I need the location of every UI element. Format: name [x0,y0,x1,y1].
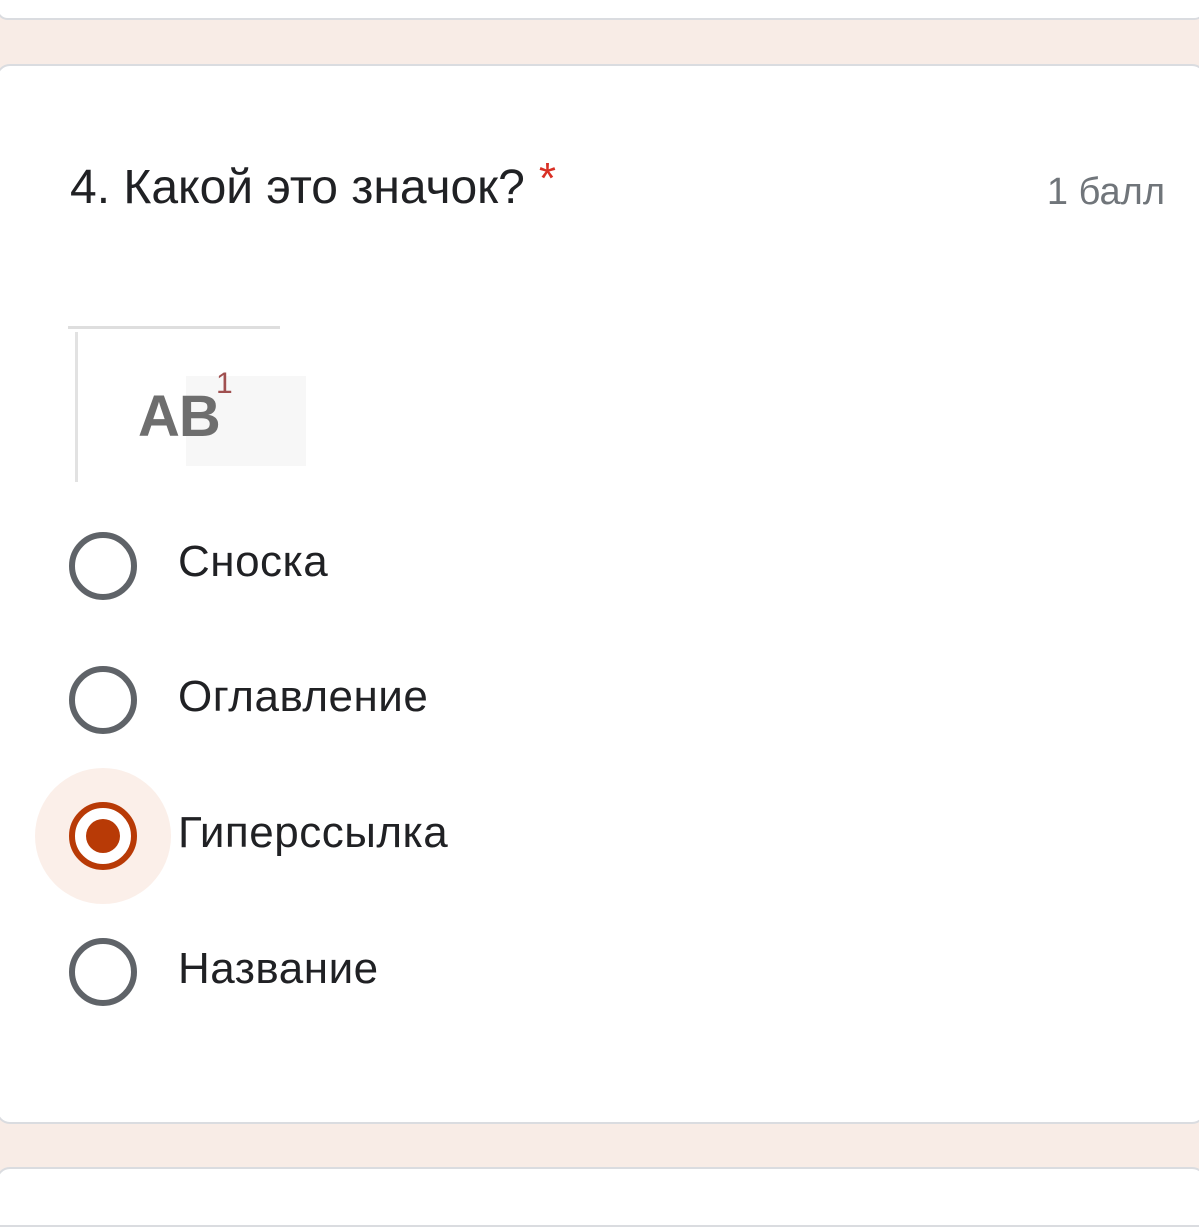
option-nazvanie[interactable]: Название [0,920,800,1020]
image-border-top [68,326,280,329]
question-title: 4. Какой это значок? * [70,154,556,219]
radio-button-selected[interactable] [69,802,137,870]
previous-question-card [0,0,1199,20]
option-oglavlenie[interactable]: Оглавление [0,648,800,748]
option-giperssylka[interactable]: Гиперссылка [0,784,800,884]
option-label: Гиперссылка [178,808,449,857]
points-label: 1 балл [1046,171,1165,213]
next-question-card [0,1167,1199,1227]
radio-button[interactable] [69,666,137,734]
option-label: Название [178,944,379,993]
footnote-icon-superscript: 1 [216,367,233,400]
required-asterisk: * [538,154,556,203]
footnote-icon: AB [138,384,221,449]
question-title-text: 4. Какой это значок? [70,161,525,214]
option-label: Оглавление [178,672,429,721]
image-border-left [75,332,78,482]
option-snoska[interactable]: Сноска [0,512,800,612]
radio-button[interactable] [69,938,137,1006]
option-label: Сноска [178,537,329,586]
radio-button[interactable] [69,532,137,600]
